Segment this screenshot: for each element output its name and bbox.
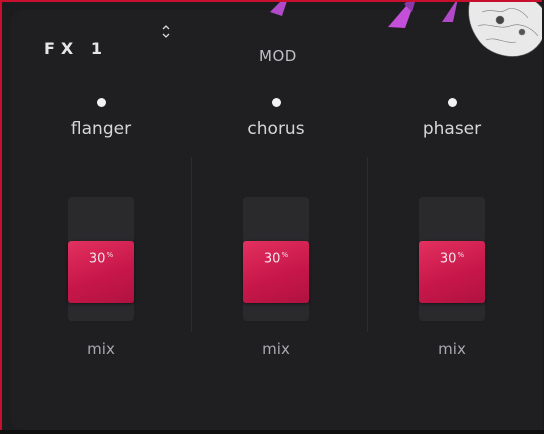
- flanger-toggle-dot[interactable]: [97, 98, 106, 107]
- chorus-mix-knob[interactable]: 30%: [243, 241, 309, 303]
- flanger-mix-slider[interactable]: 30%: [68, 197, 134, 321]
- fx-column-flanger: flanger 30% mix: [36, 92, 166, 372]
- section-label: MOD: [259, 47, 297, 65]
- phaser-mix-label: mix: [438, 340, 466, 358]
- phaser-mix-value: 30%: [439, 251, 465, 267]
- fx-column-chorus: chorus 30% mix: [211, 92, 341, 372]
- flanger-mix-label: mix: [87, 340, 115, 358]
- chorus-toggle-dot[interactable]: [272, 98, 281, 107]
- fx-panel: FX 1 MOD flanger 30% mix chorus 30% mix …: [0, 0, 542, 430]
- chorus-mix-label: mix: [262, 340, 290, 358]
- column-divider: [191, 157, 192, 332]
- fx-name-phaser: phaser: [422, 119, 482, 139]
- flanger-mix-knob[interactable]: 30%: [68, 241, 134, 303]
- fx-name-flanger: flanger: [70, 119, 132, 139]
- phaser-mix-knob[interactable]: 30%: [419, 241, 485, 303]
- chorus-mix-value: 30%: [263, 251, 289, 267]
- bottom-edge: [0, 430, 544, 434]
- flanger-mix-value: 30%: [88, 251, 114, 267]
- chorus-mix-slider[interactable]: 30%: [243, 197, 309, 321]
- fx-name-chorus: chorus: [247, 119, 305, 139]
- up-down-chevron-icon[interactable]: [161, 23, 171, 41]
- column-divider: [367, 157, 368, 332]
- fx-title: FX 1: [44, 39, 108, 58]
- fx-column-phaser: phaser 30% mix: [387, 92, 517, 372]
- phaser-mix-slider[interactable]: 30%: [419, 197, 485, 321]
- phaser-toggle-dot[interactable]: [448, 98, 457, 107]
